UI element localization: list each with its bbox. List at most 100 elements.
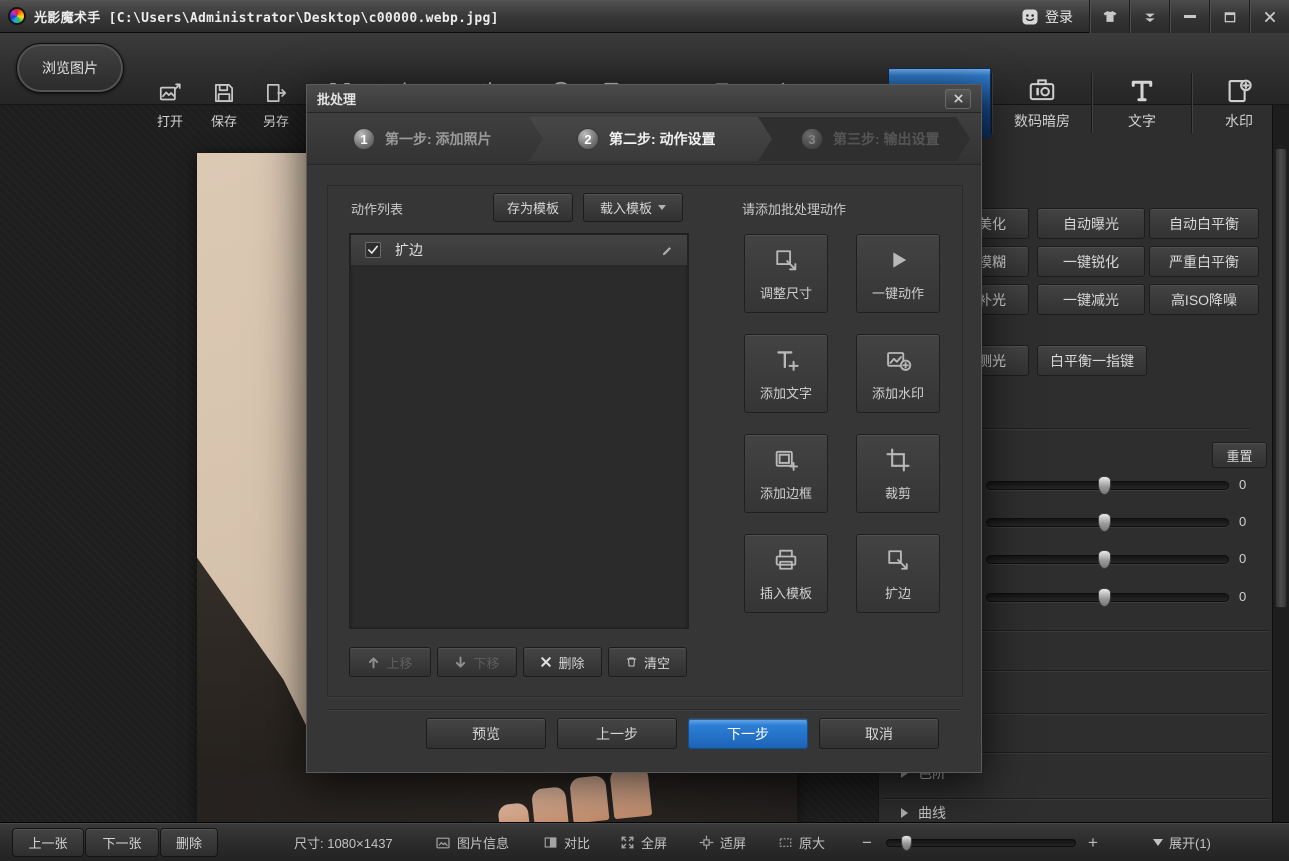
slider-1-track[interactable] <box>986 481 1229 490</box>
action-add-text-button[interactable]: 添加文字 <box>744 334 828 413</box>
delete-action-button[interactable]: 删除 <box>523 647 602 677</box>
sidebar-scrollbar[interactable] <box>1272 105 1289 822</box>
section-curves[interactable]: 曲线 <box>901 803 946 823</box>
action-one-key-button[interactable]: 一键动作 <box>856 234 940 313</box>
dialog-titlebar[interactable]: 批处理 <box>307 85 981 113</box>
one-key-sharpen-button[interactable]: 一键锐化 <box>1037 246 1145 277</box>
clear-actions-button[interactable]: 清空 <box>608 647 687 677</box>
check-icon <box>367 244 379 256</box>
zoom-in-button[interactable]: + <box>1088 823 1098 861</box>
image-size-label: 尺寸: 1080×1437 <box>294 823 393 861</box>
open-icon <box>157 80 183 106</box>
login-button[interactable]: 登录 <box>1011 0 1089 33</box>
browse-images-label: 浏览图片 <box>42 58 98 78</box>
severe-whitebalance-button[interactable]: 严重白平衡 <box>1149 246 1259 277</box>
move-down-label: 下移 <box>473 653 499 672</box>
zoom-slider-handle[interactable] <box>901 835 912 851</box>
one-key-dim-label: 一键减光 <box>1063 290 1119 310</box>
zoom-out-button[interactable]: − <box>862 823 872 861</box>
prev-image-button[interactable]: 上一张 <box>12 828 84 857</box>
load-template-button[interactable]: 载入模板 <box>583 193 683 222</box>
arrow-up-icon <box>367 656 380 669</box>
original-size-button[interactable]: 原大 <box>778 823 825 861</box>
delete-action-label: 删除 <box>558 653 584 672</box>
window-title: 光影魔术手 [C:\Users\Administrator\Desktop\c0… <box>34 7 499 26</box>
watermark-button[interactable]: 水印 <box>1189 68 1289 138</box>
action-add-border-button[interactable]: 添加边框 <box>744 434 828 513</box>
slider-2-handle[interactable] <box>1098 513 1111 532</box>
next-step-button[interactable]: 下一步 <box>688 718 808 749</box>
move-down-button[interactable]: 下移 <box>437 647 517 677</box>
slider-1-handle[interactable] <box>1098 476 1111 495</box>
slider-3-handle[interactable] <box>1098 550 1111 569</box>
prev-step-label: 上一步 <box>596 724 638 744</box>
action-crop-button[interactable]: 裁剪 <box>856 434 940 513</box>
next-image-button[interactable]: 下一张 <box>85 828 159 857</box>
browse-images-button[interactable]: 浏览图片 <box>16 43 124 93</box>
cancel-button[interactable]: 取消 <box>819 718 939 749</box>
close-button[interactable] <box>1249 0 1289 33</box>
expand-panel-button[interactable]: 展开(1) <box>1153 823 1211 861</box>
darkroom-camera-icon <box>1026 76 1058 106</box>
auto-exposure-button[interactable]: 自动曝光 <box>1037 208 1145 239</box>
zoom-slider-track[interactable] <box>886 839 1076 847</box>
high-iso-denoise-button[interactable]: 高ISO降噪 <box>1149 284 1259 315</box>
action-list: 扩边 <box>349 233 689 629</box>
action-item-checkbox[interactable] <box>365 242 381 258</box>
fill-light-label: 补光 <box>978 290 1006 310</box>
step-2-action-settings[interactable]: 2 第二步: 动作设置 <box>577 113 716 165</box>
menu-button[interactable] <box>1129 0 1169 33</box>
action-list-item[interactable]: 扩边 <box>351 235 687 266</box>
image-info-button[interactable]: 图片信息 <box>435 823 509 861</box>
text-tool-button[interactable]: 文字 <box>1092 68 1192 138</box>
step-1-add-photos[interactable]: 1 第一步: 添加照片 <box>353 113 492 165</box>
whitebalance-one-key-button[interactable]: 白平衡一指键 <box>1037 345 1147 376</box>
skin-button[interactable] <box>1089 0 1129 33</box>
action-insert-template-button[interactable]: 插入模板 <box>744 534 828 613</box>
action-list-label: 动作列表 <box>351 199 403 218</box>
auto-whitebalance-button[interactable]: 自动白平衡 <box>1149 208 1259 239</box>
blur-label: 模糊 <box>978 252 1006 272</box>
reset-button[interactable]: 重置 <box>1212 442 1267 468</box>
maximize-button[interactable] <box>1209 0 1249 33</box>
play-icon <box>884 246 912 274</box>
x-delete-icon <box>540 656 552 668</box>
text-t-icon <box>1127 76 1157 106</box>
compare-button[interactable]: 对比 <box>543 823 590 861</box>
slider-2-track[interactable] <box>986 518 1229 527</box>
scrollbar-thumb[interactable] <box>1275 148 1287 608</box>
minimize-button[interactable] <box>1169 0 1209 33</box>
one-key-dim-button[interactable]: 一键减光 <box>1037 284 1145 315</box>
action-add-watermark-button[interactable]: 添加水印 <box>856 334 940 413</box>
image-info-icon <box>435 835 451 851</box>
slider-4-handle[interactable] <box>1098 588 1111 607</box>
preview-button[interactable]: 预览 <box>426 718 546 749</box>
dialog-close-button[interactable] <box>945 89 971 109</box>
preview-label: 预览 <box>472 724 500 744</box>
save-template-button[interactable]: 存为模板 <box>493 193 573 222</box>
delete-image-button[interactable]: 删除 <box>160 828 218 857</box>
slider-3-track[interactable] <box>986 555 1229 564</box>
expand-arrow-icon <box>1153 839 1163 846</box>
smiley-icon <box>1021 8 1039 26</box>
darkroom-button[interactable]: 数码暗房 <box>992 68 1092 138</box>
fit-screen-icon <box>699 835 714 850</box>
fullscreen-button[interactable]: 全屏 <box>620 823 667 861</box>
action-expand-border-button[interactable]: 扩边 <box>856 534 940 613</box>
edit-pencil-icon[interactable] <box>660 243 675 258</box>
move-up-button[interactable]: 上移 <box>349 647 431 677</box>
open-button[interactable]: 打开 <box>152 80 188 130</box>
save-as-button[interactable]: 另存 <box>258 80 294 130</box>
slider-4-track[interactable] <box>986 593 1229 602</box>
prev-step-button[interactable]: 上一步 <box>557 718 677 749</box>
maximize-icon <box>1223 10 1237 24</box>
open-label: 打开 <box>157 111 183 130</box>
save-button[interactable]: 保存 <box>206 80 242 130</box>
next-step-label: 下一步 <box>727 724 769 744</box>
action-resize-button[interactable]: 调整尺寸 <box>744 234 828 313</box>
step-3-output-settings[interactable]: 3 第三步: 输出设置 <box>801 113 940 165</box>
action-add-border-label: 添加边框 <box>760 483 812 502</box>
fit-screen-button[interactable]: 适屏 <box>699 823 746 861</box>
action-resize-label: 调整尺寸 <box>760 283 812 302</box>
shirt-icon <box>1101 8 1119 26</box>
